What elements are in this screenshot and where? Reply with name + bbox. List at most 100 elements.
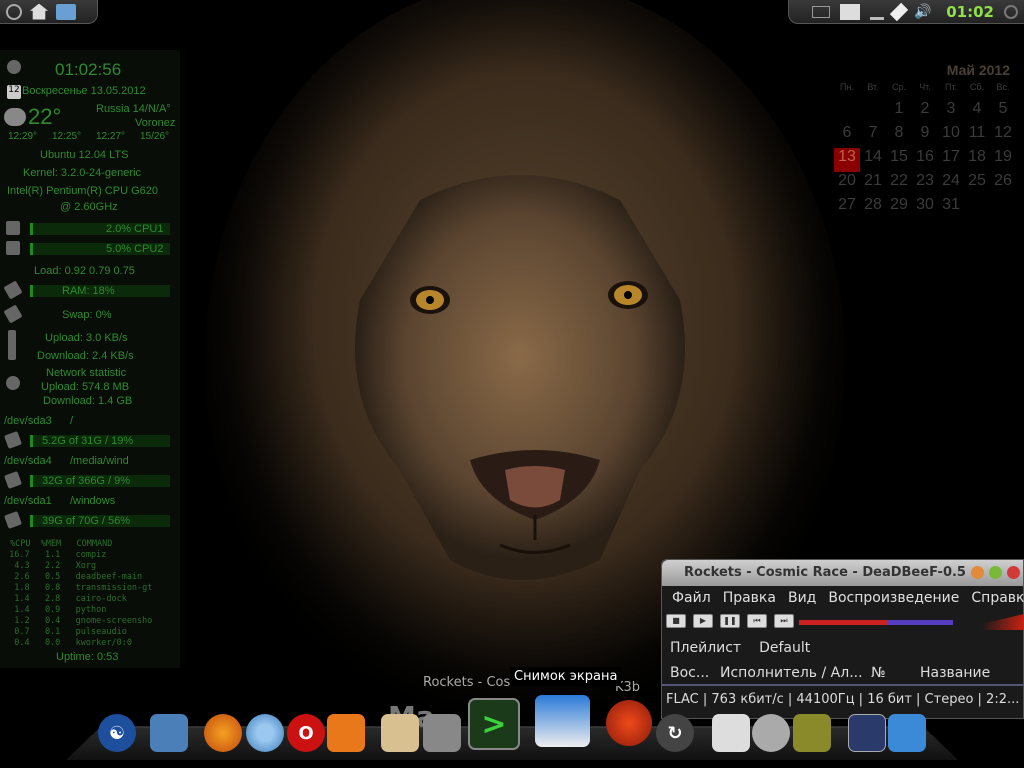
firefox-icon[interactable] — [204, 714, 242, 752]
close-button[interactable] — [1007, 566, 1020, 579]
calendar-day[interactable]: 14 — [860, 148, 886, 172]
forecast-3: 12:27° — [96, 131, 126, 142]
chromium-icon[interactable] — [246, 714, 284, 752]
conky-date: Воскресенье 13.05.2012 — [22, 85, 146, 97]
calendar-day[interactable]: 25 — [964, 172, 990, 196]
next-button[interactable]: ⏭ — [774, 614, 794, 628]
disk1-mount: / — [70, 415, 74, 427]
calendar-day[interactable]: 24 — [938, 172, 964, 196]
calendar-day[interactable]: 23 — [912, 172, 938, 196]
menu-edit[interactable]: Правка — [723, 590, 776, 610]
text-editor-icon[interactable] — [712, 714, 750, 752]
calendar-day[interactable]: 10 — [938, 124, 964, 148]
prev-button[interactable]: ⏮ — [747, 614, 767, 628]
search-icon[interactable] — [752, 714, 790, 752]
calendar-day[interactable]: 3 — [938, 100, 964, 124]
top-header: %CPU %MEM COMMAND — [10, 539, 113, 549]
calendar-day[interactable]: 22 — [886, 172, 912, 196]
calendar-day[interactable]: 27 — [834, 196, 860, 220]
col-artist-album[interactable]: Исполнитель / Ал... — [720, 665, 863, 681]
col-number[interactable]: № — [871, 665, 886, 681]
conky-location-2: Voronez — [135, 117, 176, 129]
calendar-day[interactable]: 8 — [886, 124, 912, 148]
shutdown-icon[interactable] — [1004, 4, 1018, 19]
cpu-icon — [6, 221, 20, 235]
calendar-day[interactable]: 28 — [860, 196, 886, 220]
calendar-day[interactable]: 15 — [886, 148, 912, 172]
calendar-day[interactable]: 7 — [860, 124, 886, 148]
volume-icon[interactable]: 🔊 — [914, 4, 936, 20]
volume-slider[interactable] — [956, 614, 1024, 630]
tab-default[interactable]: Default — [759, 640, 810, 660]
conky-temperature: 22° — [28, 104, 62, 129]
stop-button[interactable]: ■ — [666, 614, 686, 628]
pause-button[interactable]: ❚❚ — [720, 614, 740, 628]
calendar-day[interactable]: 9 — [912, 124, 938, 148]
calendar-day[interactable] — [834, 100, 860, 124]
desktop-show-icon[interactable] — [848, 714, 886, 752]
disk2-dev: /dev/sda4 — [4, 455, 52, 467]
calendar-day[interactable]: 19 — [990, 148, 1016, 172]
image-viewer-icon[interactable] — [793, 714, 831, 752]
calendar-day[interactable]: 1 — [886, 100, 912, 124]
calendar-day[interactable]: 16 — [912, 148, 938, 172]
weekday-label: Ср. — [891, 82, 906, 92]
calendar-day[interactable]: 31 — [938, 196, 964, 220]
desktop[interactable]: 🔊 01:02 01:02:56 12 Воскресенье 13.05.20… — [0, 0, 1024, 768]
calendar-day[interactable]: 11 — [964, 124, 990, 148]
disk1-usage: 5.2G of 31G / 19% — [42, 435, 134, 447]
home-folder-icon[interactable] — [30, 3, 48, 20]
message-icon[interactable] — [840, 3, 861, 20]
calendar-day[interactable]: 18 — [964, 148, 990, 172]
calendar-day[interactable] — [860, 100, 886, 124]
menu-view[interactable]: Вид — [788, 590, 816, 610]
window-title[interactable]: Rockets - Cosmic Race - DeaDBeeF-0.5 — [662, 560, 1023, 586]
accessibility-icon[interactable]: ☯ — [98, 714, 136, 752]
calendar-day[interactable]: 13 — [834, 148, 860, 172]
calendar-day[interactable]: 4 — [964, 100, 990, 124]
mail-icon[interactable] — [812, 5, 831, 18]
conky-swap: Swap: 0% — [62, 309, 112, 321]
calendar-day[interactable]: 6 — [834, 124, 860, 148]
menu-help[interactable]: Справка — [971, 590, 1024, 610]
maximize-button[interactable] — [989, 566, 1002, 579]
k3b-icon[interactable] — [606, 700, 652, 746]
calendar-day[interactable]: 17 — [938, 148, 964, 172]
usb-icon[interactable] — [890, 2, 909, 21]
menu-playback[interactable]: Воспроизведение — [828, 590, 959, 610]
conky-cpu1: 2.0% CPU1 — [106, 223, 164, 235]
calendar-day[interactable]: 20 — [834, 172, 860, 196]
play-button[interactable]: ▶ — [693, 614, 713, 628]
opera-icon[interactable]: O — [287, 714, 325, 752]
minimize-button[interactable] — [971, 566, 984, 579]
network-icon[interactable] — [870, 4, 885, 20]
seek-bar[interactable] — [799, 620, 953, 625]
col-title[interactable]: Название — [920, 665, 990, 681]
calendar-day[interactable]: 21 — [860, 172, 886, 196]
power-menu-icon[interactable] — [6, 3, 22, 20]
panel-clock[interactable]: 01:02 — [946, 3, 994, 21]
tab-playlist[interactable]: Плейлист — [670, 640, 741, 660]
menu-file[interactable]: Файл — [672, 590, 711, 610]
disk3-mount: /windows — [70, 495, 116, 507]
update-icon[interactable]: ↻ — [656, 714, 694, 752]
conky-net-title: Network statistic — [46, 367, 127, 379]
conky-load: Load: 0.92 0.79 0.75 — [34, 265, 135, 277]
software-center-icon[interactable] — [327, 714, 365, 752]
archive-icon[interactable] — [423, 714, 461, 752]
calendar-day[interactable]: 12 — [990, 124, 1016, 148]
folder-icon[interactable] — [56, 3, 76, 20]
trash-icon[interactable] — [888, 714, 926, 752]
calendar-day[interactable]: 5 — [990, 100, 1016, 124]
calendar-day[interactable]: 26 — [990, 172, 1016, 196]
calendar-day[interactable]: 2 — [912, 100, 938, 124]
calendar-day[interactable]: 30 — [912, 196, 938, 220]
screenshot-icon[interactable] — [535, 695, 590, 747]
terminal-launch-icon[interactable]: > — [468, 698, 520, 750]
office-icon[interactable] — [381, 714, 419, 752]
calendar-day[interactable]: 29 — [886, 196, 912, 220]
col-playing[interactable]: Вос... — [670, 665, 709, 681]
conky-net-up: Upload: 574.8 MB — [41, 381, 130, 393]
network-arrows-icon — [8, 330, 16, 360]
files-icon[interactable] — [150, 714, 188, 752]
